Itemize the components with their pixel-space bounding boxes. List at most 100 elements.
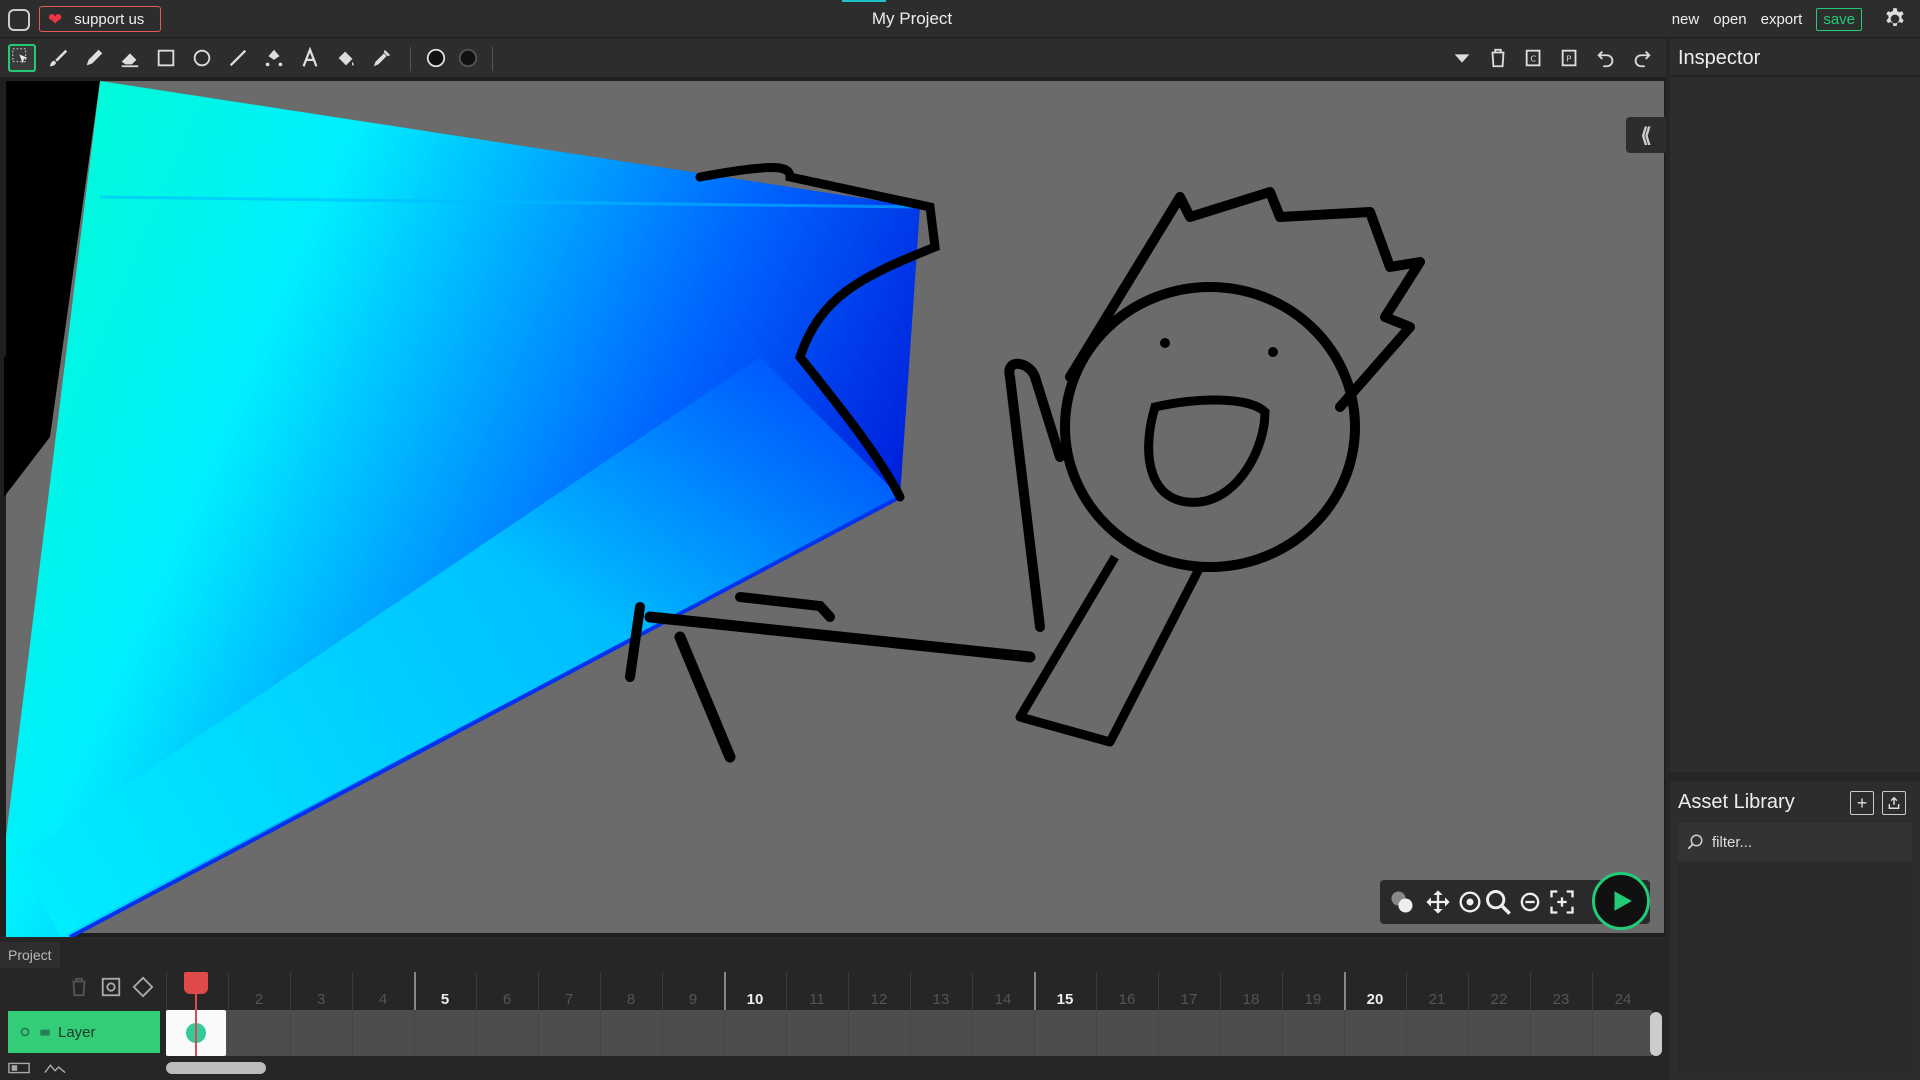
stick-figure-hair[interactable] — [1065, 187, 1425, 412]
timeline-tab-project[interactable]: Project — [0, 942, 60, 968]
play-icon — [1614, 891, 1632, 911]
frame-cell[interactable] — [1220, 1010, 1221, 1056]
filter-placeholder: filter... — [1712, 833, 1753, 851]
frame-cell[interactable] — [786, 1010, 787, 1056]
toolbar-divider — [410, 47, 411, 71]
horizontal-scrollbar[interactable] — [166, 1062, 266, 1074]
frame-cell[interactable] — [910, 1010, 911, 1056]
frame-tick — [848, 972, 849, 1010]
stroke-color-swatch[interactable] — [454, 44, 482, 72]
path-tool-icon[interactable] — [260, 44, 288, 72]
zoom-out-icon[interactable] — [1516, 888, 1544, 916]
frame-number: 20 — [1366, 991, 1384, 1008]
frame-cell[interactable] — [1158, 1010, 1159, 1056]
frame-cell[interactable] — [476, 1010, 477, 1056]
new-button[interactable]: new — [1672, 11, 1700, 28]
frame-cell[interactable] — [1344, 1010, 1345, 1056]
frame-cell[interactable] — [1406, 1010, 1407, 1056]
ellipse-tool-icon[interactable] — [188, 44, 216, 72]
eyedropper-tool-icon[interactable] — [368, 44, 396, 72]
fit-screen-icon[interactable] — [1548, 888, 1576, 916]
graph-view-icon[interactable] — [44, 1062, 66, 1074]
frame-tick — [1530, 972, 1531, 1010]
redo-icon[interactable] — [1628, 44, 1656, 72]
frame-cell[interactable] — [662, 1010, 663, 1056]
frame-number: 21 — [1428, 991, 1446, 1008]
frame-cell[interactable] — [972, 1010, 973, 1056]
export-button[interactable]: export — [1761, 11, 1803, 28]
frame-ruler[interactable]: 2 3 4 5 6 7 8 9 10 11 12 13 14 15 16 17 18 19 20 21 22 23 24 — [166, 972, 1654, 1010]
frame-number: 9 — [688, 991, 698, 1008]
add-asset-icon[interactable]: + — [1850, 791, 1874, 815]
stick-figure-leg[interactable] — [735, 592, 835, 622]
undo-icon[interactable] — [1592, 44, 1620, 72]
delete-layer-icon[interactable] — [68, 976, 90, 998]
stick-figure-leg[interactable] — [674, 631, 736, 763]
canvas-area[interactable]: ⟪ — [0, 77, 1666, 937]
text-tool-icon[interactable] — [296, 44, 324, 72]
stick-figure-arm[interactable] — [644, 611, 1036, 663]
rectangle-tool-icon[interactable] — [152, 44, 180, 72]
paste-icon[interactable]: P — [1556, 44, 1584, 72]
copy-icon[interactable]: C — [1520, 44, 1548, 72]
layer-row[interactable]: Layer — [8, 1011, 160, 1053]
fill-color-swatch[interactable] — [422, 44, 450, 72]
frame-view-icon[interactable] — [8, 1062, 30, 1074]
save-button[interactable]: save — [1816, 8, 1862, 31]
frame-cell[interactable] — [228, 1010, 229, 1056]
frame-tick — [662, 972, 663, 1010]
lock-icon[interactable] — [38, 1025, 52, 1039]
layer-name: Layer — [58, 1023, 96, 1041]
select-tool-icon[interactable] — [8, 44, 36, 72]
frame-cell[interactable] — [848, 1010, 849, 1056]
play-button[interactable] — [1592, 872, 1650, 930]
dropdown-icon[interactable] — [1448, 44, 1476, 72]
delete-icon[interactable] — [1484, 44, 1512, 72]
frame-tick — [1344, 972, 1346, 1010]
frame-cell[interactable] — [1096, 1010, 1097, 1056]
vertical-scrollbar[interactable] — [1650, 1012, 1662, 1056]
frame-cell[interactable] — [1530, 1010, 1531, 1056]
frame-cell[interactable] — [1468, 1010, 1469, 1056]
frame-cell[interactable] — [290, 1010, 291, 1056]
waving-arm[interactable] — [1004, 358, 1065, 632]
frame-number: 16 — [1118, 991, 1136, 1008]
frame-number: 22 — [1490, 991, 1508, 1008]
playhead-line — [195, 994, 197, 1056]
pencil-tool-icon[interactable] — [80, 44, 108, 72]
zoom-in-icon[interactable] — [1484, 888, 1512, 916]
asset-filter-input[interactable]: filter... — [1678, 823, 1912, 861]
fill-tool-icon[interactable] — [332, 44, 360, 72]
stick-figure-head[interactable] — [1060, 282, 1360, 572]
frame-tick — [1406, 972, 1407, 1010]
frame-tick — [1158, 972, 1159, 1010]
playhead-handle[interactable] — [184, 972, 208, 994]
eraser-tool-icon[interactable] — [116, 44, 144, 72]
visibility-icon[interactable] — [18, 1025, 32, 1039]
frame-cell[interactable] — [600, 1010, 601, 1056]
frame-cell[interactable] — [414, 1010, 415, 1056]
frame-cell[interactable] — [538, 1010, 539, 1056]
brush-tool-icon[interactable] — [44, 44, 72, 72]
frame-cell[interactable] — [1282, 1010, 1283, 1056]
project-title: My Project — [871, 9, 953, 28]
asset-list[interactable] — [1678, 863, 1912, 1073]
frame-cell[interactable] — [352, 1010, 353, 1056]
onion-skin-icon[interactable] — [1388, 888, 1416, 916]
stick-figure-neck[interactable] — [1015, 554, 1205, 747]
recenter-icon[interactable] — [1456, 888, 1484, 916]
pan-icon[interactable] — [1424, 888, 1452, 916]
frame-cell[interactable] — [1592, 1010, 1593, 1056]
collapse-sidebar-icon[interactable]: ⟪ — [1626, 117, 1666, 153]
add-keyframe-icon[interactable] — [132, 976, 154, 998]
open-button[interactable]: open — [1713, 11, 1746, 28]
frame-cell[interactable] — [724, 1010, 725, 1056]
import-asset-icon[interactable] — [1882, 791, 1906, 815]
line-tool-icon[interactable] — [224, 44, 252, 72]
drawing-layer[interactable] — [0, 77, 1666, 937]
gear-icon[interactable] — [1882, 6, 1908, 32]
frame-tick — [290, 972, 291, 1010]
frame-track[interactable] — [166, 1010, 1652, 1056]
add-layer-icon[interactable] — [100, 976, 122, 998]
frame-cell[interactable] — [1034, 1010, 1035, 1056]
